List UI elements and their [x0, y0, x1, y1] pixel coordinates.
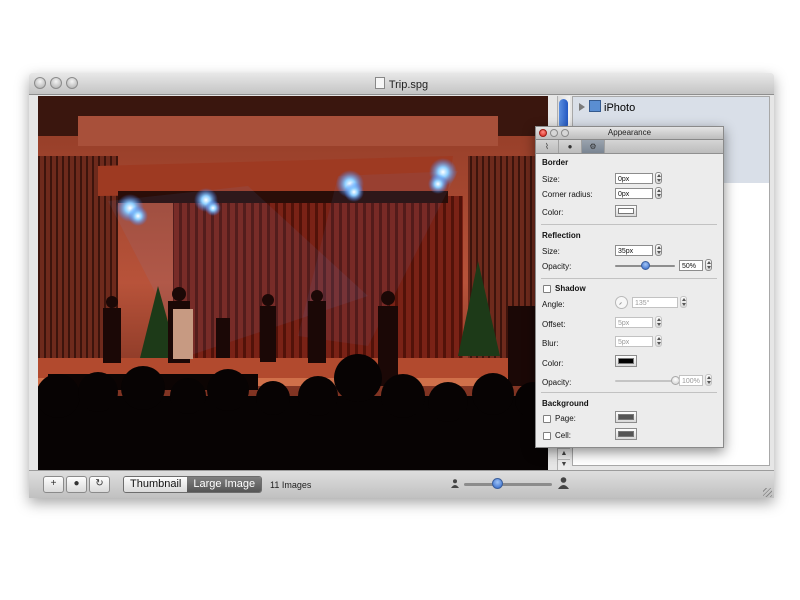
- document-icon: [374, 77, 385, 89]
- border-color-label: Color:: [542, 208, 564, 217]
- tab-large-image[interactable]: Large Image: [187, 477, 262, 492]
- shadow-angle-label: Angle:: [542, 300, 565, 309]
- reflection-opacity-stepper[interactable]: [705, 259, 712, 271]
- shadow-opacity-label: Opacity:: [542, 378, 572, 387]
- concert-photo[interactable]: [38, 96, 548, 470]
- small-person-icon: [451, 479, 459, 488]
- page-background-label: Page:: [555, 414, 576, 423]
- shadow-opacity-stepper[interactable]: [705, 374, 712, 386]
- corner-radius-stepper[interactable]: [655, 187, 662, 199]
- divider: [541, 392, 717, 393]
- reflection-opacity-label: Opacity:: [542, 262, 572, 271]
- angle-dial-icon[interactable]: [615, 296, 628, 309]
- reflection-opacity-knob[interactable]: [641, 261, 650, 270]
- tab-person[interactable]: ●: [559, 140, 582, 153]
- shadow-offset-field[interactable]: 5px: [615, 317, 653, 328]
- corner-radius-field[interactable]: 0px: [615, 188, 653, 199]
- source-item-iphoto[interactable]: iPhoto: [579, 100, 635, 114]
- tab-settings[interactable]: ⚙: [582, 140, 605, 153]
- view-mode-segmented-control[interactable]: Thumbnail Large Image: [123, 476, 263, 493]
- shadow-angle-stepper[interactable]: [680, 296, 687, 308]
- zoom-slider-track[interactable]: [464, 483, 552, 486]
- paperclip-icon: ⌇: [545, 142, 549, 151]
- refresh-button[interactable]: ↻: [89, 476, 110, 493]
- shadow-blur-label: Blur:: [542, 339, 559, 348]
- zoom-slider-knob[interactable]: [492, 478, 504, 489]
- plus-icon: +: [50, 478, 57, 489]
- border-heading: Border: [542, 158, 569, 167]
- reflection-size-stepper[interactable]: [655, 244, 662, 256]
- shadow-opacity-slider[interactable]: [615, 380, 675, 382]
- action-button[interactable]: ●: [66, 476, 87, 493]
- divider: [541, 224, 717, 225]
- person-icon: ●: [567, 142, 573, 151]
- add-button[interactable]: +: [43, 476, 64, 493]
- cell-background-label: Cell:: [555, 431, 572, 440]
- tab-attachments[interactable]: ⌇: [536, 140, 559, 153]
- shadow-color-label: Color:: [542, 359, 564, 368]
- border-size-stepper[interactable]: [655, 172, 662, 184]
- source-item-label: iPhoto: [604, 102, 636, 114]
- reflection-size-field[interactable]: 35px: [615, 245, 653, 256]
- panel-tabs: ⌇ ● ⚙: [536, 140, 723, 154]
- corner-radius-label: Corner radius:: [542, 190, 593, 199]
- appearance-panel: Appearance ⌇ ● ⚙ Border Size: 0px Corner…: [535, 126, 724, 448]
- shadow-angle-field[interactable]: 135°: [632, 297, 678, 308]
- shadow-checkbox[interactable]: [543, 285, 551, 293]
- reflection-opacity-field[interactable]: 50%: [679, 260, 703, 271]
- refresh-icon: ↻: [95, 478, 104, 489]
- panel-title: Appearance: [607, 128, 652, 137]
- scroll-down-arrow[interactable]: ▼: [558, 459, 570, 470]
- iphoto-icon: [589, 100, 601, 112]
- border-color-swatch: [618, 208, 634, 214]
- border-size-field[interactable]: 0px: [615, 173, 653, 184]
- panel-title-bar[interactable]: Appearance: [536, 127, 723, 140]
- cell-background-checkbox[interactable]: [543, 432, 551, 440]
- tab-thumbnail[interactable]: Thumbnail: [124, 477, 188, 492]
- image-count: 11 Images: [270, 480, 312, 490]
- circle-arrow-icon: ●: [73, 478, 80, 489]
- shadow-offset-label: Offset:: [542, 320, 566, 329]
- cell-color-well[interactable]: [615, 428, 637, 440]
- title-bar[interactable]: Trip.spg: [29, 73, 774, 95]
- resize-grip[interactable]: [763, 488, 772, 497]
- border-color-well[interactable]: [615, 205, 637, 217]
- shadow-blur-field[interactable]: 5px: [615, 336, 653, 347]
- scroll-thumb[interactable]: [559, 99, 568, 129]
- bottom-toolbar: + ● ↻ Thumbnail Large Image 11 Images: [29, 470, 774, 498]
- border-size-label: Size:: [542, 175, 560, 184]
- shadow-heading: Shadow: [555, 284, 586, 293]
- image-canvas[interactable]: [38, 96, 548, 470]
- divider: [541, 278, 717, 279]
- shadow-color-well[interactable]: [615, 355, 637, 367]
- window-title: Trip.spg: [388, 79, 429, 91]
- page-color-well[interactable]: [615, 411, 637, 423]
- large-person-icon: [558, 477, 569, 489]
- shadow-color-swatch: [618, 358, 634, 364]
- page-color-swatch: [618, 414, 634, 420]
- shadow-opacity-field[interactable]: 100%: [679, 375, 703, 386]
- reflection-heading: Reflection: [542, 231, 581, 240]
- reflection-size-label: Size:: [542, 247, 560, 256]
- shadow-blur-stepper[interactable]: [655, 335, 662, 347]
- cell-color-swatch: [618, 431, 634, 437]
- disclosure-triangle-icon[interactable]: [579, 103, 585, 111]
- gear-icon: ⚙: [589, 142, 597, 151]
- window-title-area: Trip.spg: [29, 77, 774, 91]
- background-heading: Background: [542, 399, 589, 408]
- page-background-checkbox[interactable]: [543, 415, 551, 423]
- shadow-offset-stepper[interactable]: [655, 316, 662, 328]
- scroll-up-arrow[interactable]: ▲: [558, 448, 570, 459]
